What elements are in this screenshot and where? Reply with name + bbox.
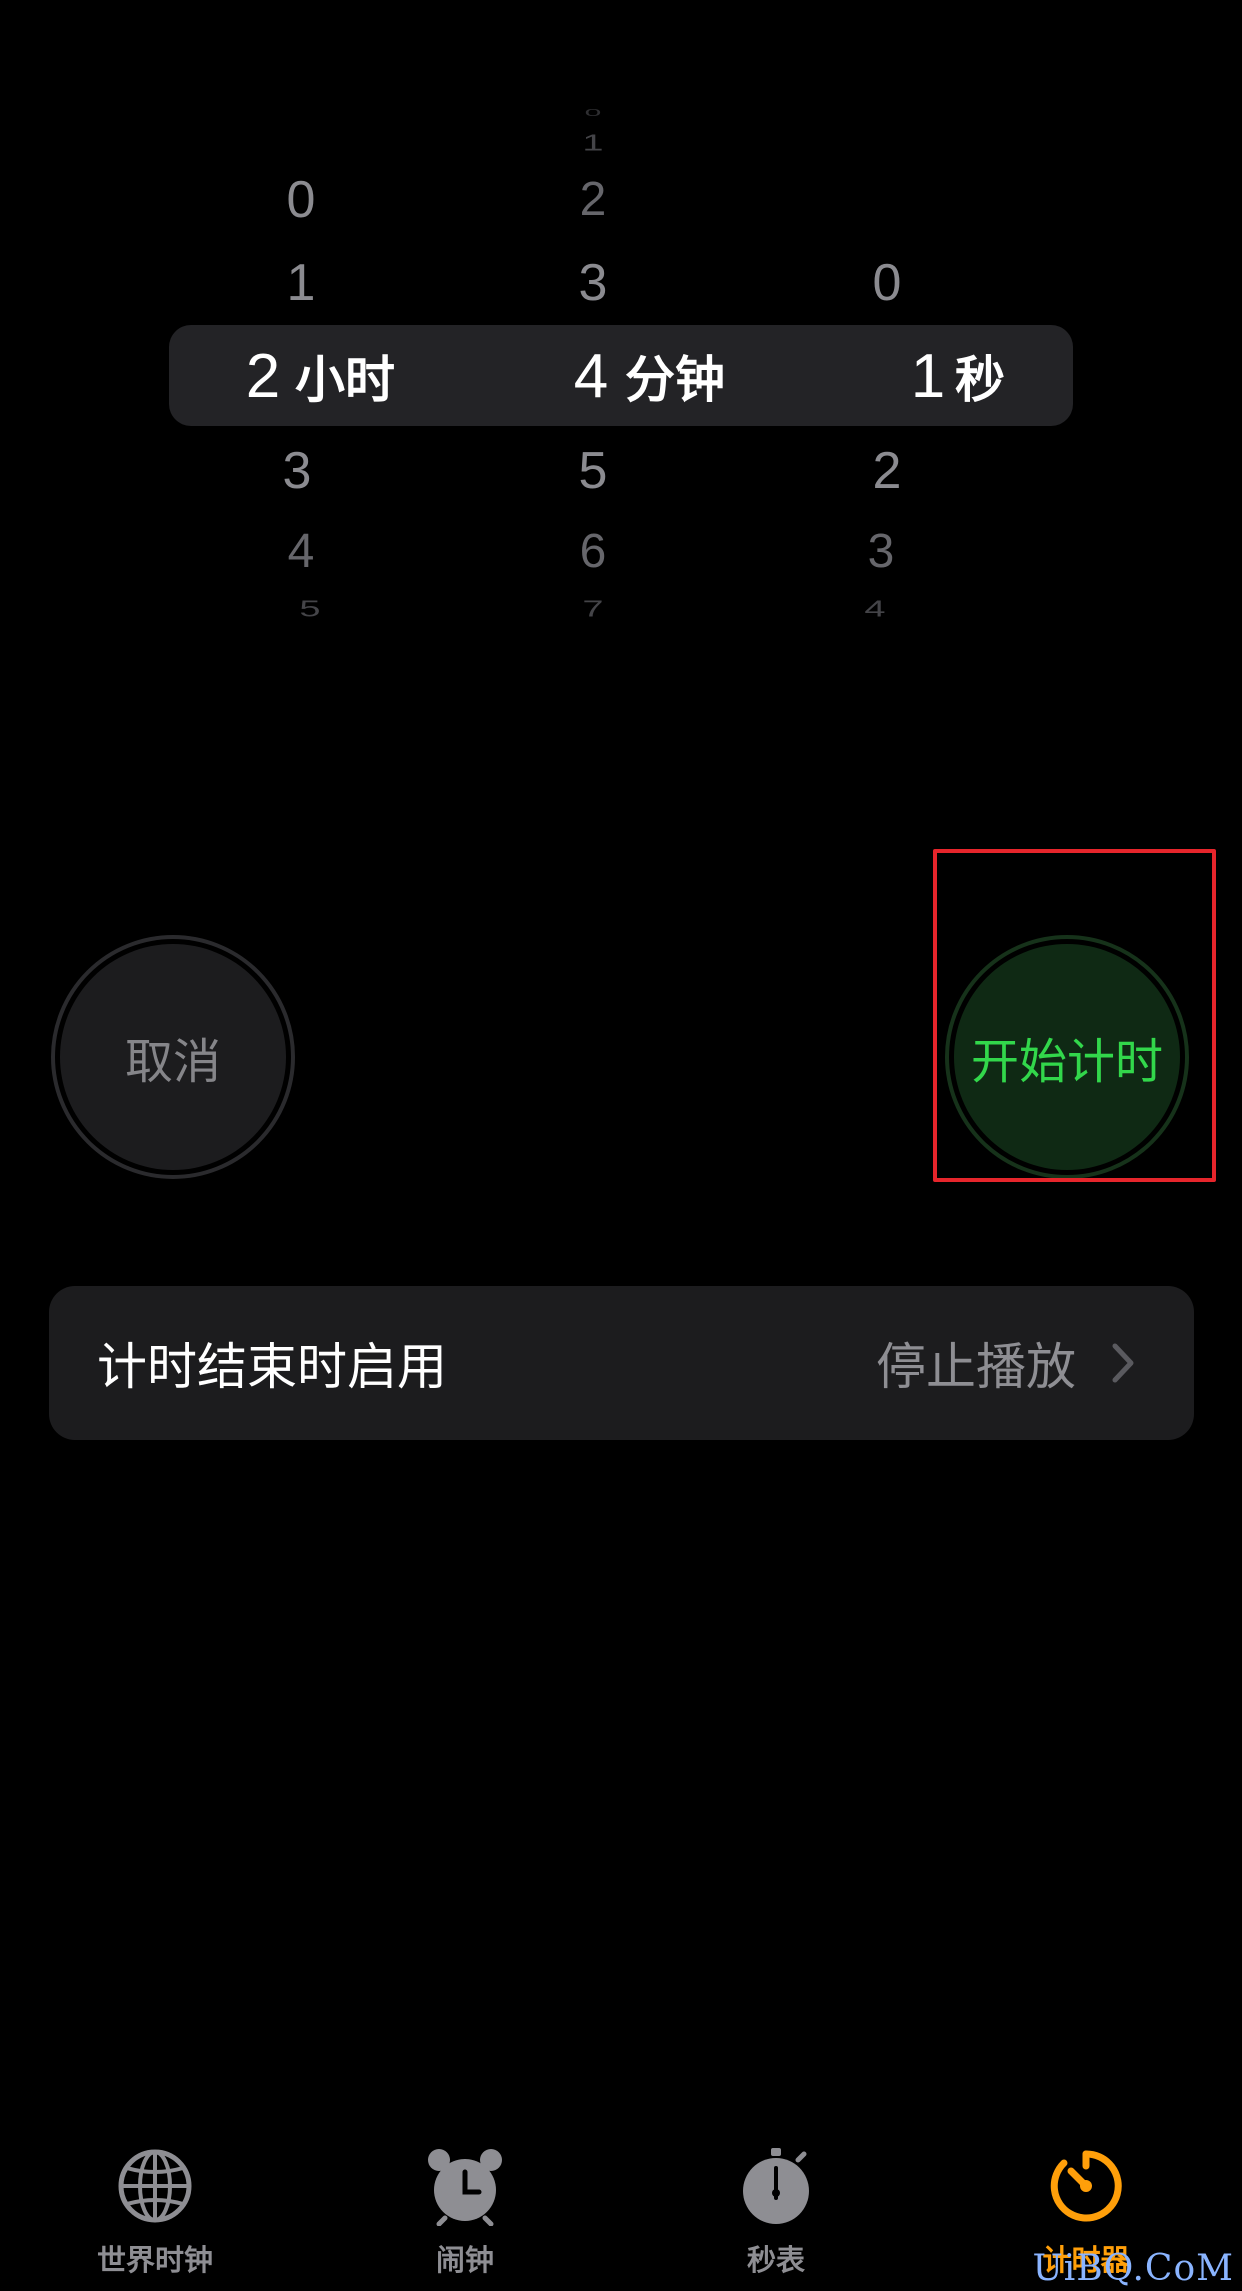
seconds-selected[interactable]: 1 xyxy=(911,346,945,408)
cancel-button-face[interactable]: 取消 xyxy=(60,944,286,1170)
cancel-button-label: 取消 xyxy=(124,1034,221,1090)
globe-icon xyxy=(118,2149,192,2223)
when-timer-ends-label: 计时结束时启用 xyxy=(97,1338,447,1396)
when-timer-ends-value: 停止播放 xyxy=(876,1338,1076,1396)
watermark-text: UiBQ.CoM xyxy=(1032,2248,1234,2289)
minutes-option[interactable]: 2 xyxy=(580,176,607,224)
hours-option[interactable]: 4 xyxy=(288,528,315,576)
tab-world-clock[interactable]: 世界时钟 xyxy=(55,2130,255,2280)
minutes-option[interactable]: 5 xyxy=(579,445,608,497)
stopwatch-icon xyxy=(743,2148,809,2224)
hours-option[interactable]: 5 xyxy=(299,597,320,621)
cancel-button[interactable]: 取消 xyxy=(51,935,295,1179)
tab-stopwatch[interactable]: 秒表 xyxy=(676,2130,876,2280)
tab-stopwatch-label: 秒表 xyxy=(746,2243,805,2277)
seconds-unit-label: 秒 xyxy=(955,351,1005,409)
hours-selected[interactable]: 2 xyxy=(246,346,280,408)
minutes-selected[interactable]: 4 xyxy=(574,346,608,408)
seconds-option[interactable]: 0 xyxy=(873,257,902,309)
minutes-option[interactable]: 0 xyxy=(585,108,602,119)
timer-icon xyxy=(1050,2150,1122,2222)
tab-world-clock-label: 世界时钟 xyxy=(96,2243,213,2277)
when-timer-ends-row[interactable]: 计时结束时启用 停止播放 xyxy=(49,1286,1194,1440)
annotation-highlight-box xyxy=(933,849,1216,1182)
seconds-option[interactable]: 2 xyxy=(873,445,902,497)
minutes-unit-label: 分钟 xyxy=(625,351,725,409)
minutes-option[interactable]: 6 xyxy=(580,528,607,576)
seconds-option[interactable]: 3 xyxy=(868,528,895,576)
hours-option[interactable]: 0 xyxy=(287,174,316,226)
minutes-option[interactable]: 1 xyxy=(582,131,603,155)
alarm-clock-icon xyxy=(428,2149,502,2226)
minutes-option[interactable]: 7 xyxy=(582,597,603,621)
seconds-option[interactable]: 4 xyxy=(864,597,885,621)
minutes-option[interactable]: 3 xyxy=(579,257,608,309)
tab-alarm[interactable]: 闹钟 xyxy=(365,2130,565,2280)
tab-alarm-label: 闹钟 xyxy=(435,2243,494,2277)
timer-duration-picker[interactable]: 0 1 2 小时 3 4 5 0 1 2 3 4 分钟 5 6 7 0 1 秒 … xyxy=(0,0,1242,660)
hours-unit-label: 小时 xyxy=(295,351,395,409)
hours-option[interactable]: 3 xyxy=(283,445,312,497)
hours-option[interactable]: 1 xyxy=(287,257,316,309)
chevron-right-icon xyxy=(1112,1343,1134,1383)
